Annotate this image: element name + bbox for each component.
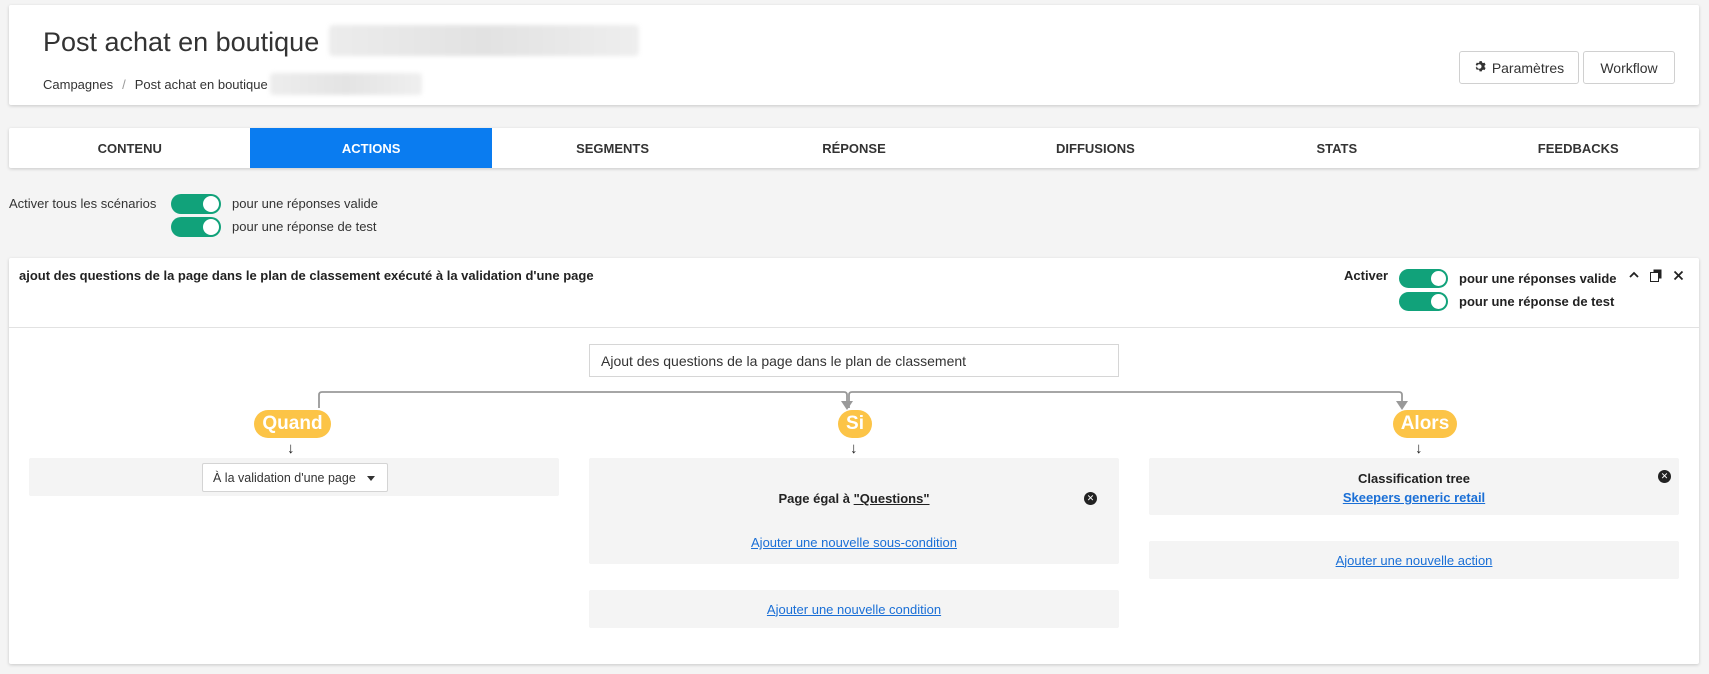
breadcrumb-current: Post achat en boutique xyxy=(134,76,268,92)
action-title: Classification tree xyxy=(1358,471,1470,486)
remove-condition-icon[interactable]: ✕ xyxy=(1084,492,1097,505)
when-pill: Quand xyxy=(254,410,331,438)
if-pill: Si xyxy=(838,410,872,438)
global-test-label: pour une réponse de test xyxy=(232,219,377,234)
tab-actions[interactable]: ACTIONS xyxy=(250,128,492,168)
arrow-down-icon: ↓ xyxy=(287,440,295,457)
page-header: Post achat en boutique Campagnes / Post … xyxy=(9,5,1699,105)
redacted-title-suffix xyxy=(329,25,639,56)
add-subcondition-link[interactable]: Ajouter une nouvelle sous-condition xyxy=(751,535,957,550)
global-test-toggle[interactable] xyxy=(171,216,221,237)
workflow-button[interactable]: Workflow xyxy=(1583,51,1675,84)
action-panel: Classification tree Skeepers generic ret… xyxy=(1149,458,1679,515)
tab-contenu[interactable]: CONTENU xyxy=(9,128,250,168)
tab-feedbacks[interactable]: FEEDBACKS xyxy=(1458,128,1699,168)
breadcrumb: Campagnes / Post achat en boutique xyxy=(43,73,422,95)
add-condition-link[interactable]: Ajouter une nouvelle condition xyxy=(767,602,941,617)
caret-down-icon xyxy=(367,476,375,481)
global-valid-toggle[interactable] xyxy=(171,193,221,214)
trigger-select[interactable]: À la validation d'une page xyxy=(202,463,388,492)
add-action-link[interactable]: Ajouter une nouvelle action xyxy=(1336,553,1493,568)
arrow-down-icon: ↓ xyxy=(1415,440,1423,457)
arrow-down-icon: ↓ xyxy=(850,440,858,457)
breadcrumb-campagnes[interactable]: Campagnes xyxy=(43,77,113,92)
condition-panel: Page égal à "Questions" ✕ Ajouter une no… xyxy=(589,458,1119,564)
tab-stats[interactable]: STATS xyxy=(1216,128,1457,168)
condition-value: "Questions" xyxy=(853,491,930,506)
condition-text: Page égal à "Questions" xyxy=(589,491,1119,506)
tab-segments[interactable]: SEGMENTS xyxy=(492,128,733,168)
global-scenario-toggles: Activer tous les scénarios pour une répo… xyxy=(9,192,378,238)
settings-button-label: Paramètres xyxy=(1491,59,1565,76)
tab-bar: CONTENU ACTIONS SEGMENTS RÉPONSE DIFFUSI… xyxy=(9,128,1699,168)
global-toggles-label: Activer tous les scénarios xyxy=(9,196,157,211)
global-valid-label: pour une réponses valide xyxy=(232,196,378,211)
page-title: Post achat en boutique xyxy=(43,27,320,57)
gear-icon xyxy=(1474,60,1487,76)
then-pill: Alors xyxy=(1393,410,1457,438)
trigger-select-value: À la validation d'une page xyxy=(213,470,356,485)
tab-diffusions[interactable]: DIFFUSIONS xyxy=(975,128,1216,168)
add-action-panel: Ajouter une nouvelle action xyxy=(1149,541,1679,579)
action-link[interactable]: Skeepers generic retail xyxy=(1343,490,1485,505)
remove-action-icon[interactable]: ✕ xyxy=(1658,470,1671,483)
add-condition-panel: Ajouter une nouvelle condition xyxy=(589,590,1119,628)
scenario-card: ajout des questions de la page dans le p… xyxy=(9,258,1699,664)
settings-button[interactable]: Paramètres xyxy=(1459,51,1579,84)
when-panel: À la validation d'une page xyxy=(29,458,559,496)
tab-reponse[interactable]: RÉPONSE xyxy=(733,128,974,168)
workflow-button-label: Workflow xyxy=(1600,59,1658,76)
condition-prefix: Page égal à xyxy=(778,491,850,506)
redacted-breadcrumb-suffix xyxy=(269,73,422,95)
breadcrumb-separator: / xyxy=(122,76,126,92)
